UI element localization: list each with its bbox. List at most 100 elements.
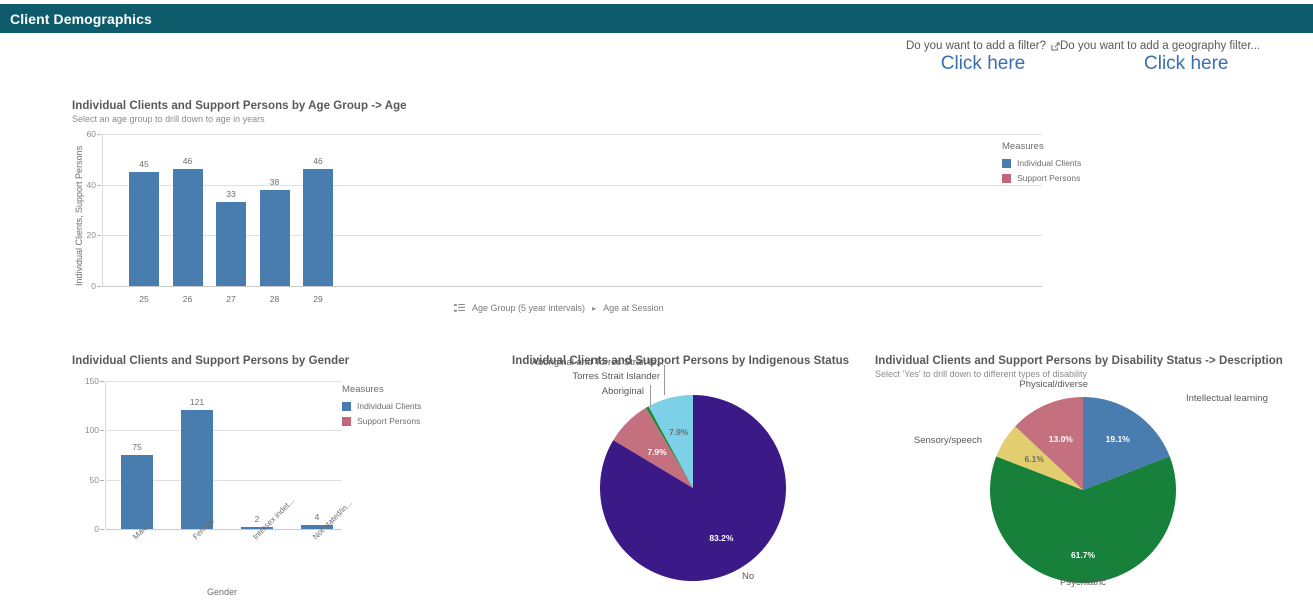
pie-slice-percent-label: 61.7% [1070, 550, 1096, 561]
x-axis-tick-label[interactable]: 27 [206, 294, 256, 304]
bar[interactable] [181, 409, 213, 529]
chart-gender[interactable]: Individual Clients and Support Persons b… [72, 355, 492, 601]
gridline [105, 430, 342, 432]
y-axis-tick-mark [97, 184, 101, 186]
chart-age-legend-label: Support Persons [1017, 173, 1081, 183]
bar[interactable] [121, 455, 153, 529]
chart-age-legend: Measures Individual Clients Support Person… [1002, 141, 1081, 188]
y-axis-tick-label: 150 [84, 376, 99, 386]
pie-slice-label: No [742, 571, 755, 582]
breadcrumb-separator-icon: ▸ [592, 303, 597, 313]
y-axis-tick-mark [97, 235, 101, 237]
breadcrumb-item-age-at-session[interactable]: Age at Session [603, 303, 664, 313]
chart-age-legend-item[interactable]: Individual Clients [1002, 158, 1081, 168]
bar[interactable] [259, 189, 290, 286]
chart-age-plot[interactable]: 0 20 40 60 45 25 46 26 33 27 38 28 46 29 [87, 129, 1042, 304]
pie-label-leader-line [664, 365, 665, 395]
y-axis-line [102, 134, 103, 286]
chart-gender-legend-label: Individual Clients [357, 401, 422, 411]
dashboard-root: Client Demographics Do you want to add a… [0, 0, 1313, 601]
pie-slice-percent-label: 7.9% [669, 427, 689, 438]
gridline [102, 184, 1042, 186]
pie-slice-label: Physical/diverse [1019, 379, 1088, 390]
y-axis-tick-mark [100, 381, 104, 382]
chart-age-drill-breadcrumb[interactable]: Age Group (5 year intervals) ▸ Age at Se… [454, 303, 664, 313]
chart-gender-x-axis-label: Gender [206, 587, 238, 597]
y-axis-tick-mark [97, 134, 101, 135]
y-axis-tick-label: 60 [86, 129, 96, 139]
y-axis-tick-label: 100 [84, 425, 99, 436]
chart-gender-legend: Measures Individual Clients Support Person… [342, 384, 421, 431]
bar-value-label: 46 [182, 156, 193, 167]
bar-value-label: 46 [313, 156, 323, 167]
chart-age-legend-item[interactable]: Support Persons [1002, 173, 1081, 183]
y-axis-tick-mark [100, 430, 104, 432]
external-link-icon [1051, 41, 1060, 51]
y-axis-tick-mark [100, 529, 104, 530]
chart-disability-pie[interactable]: 19.1% 61.7% 6.1% 13.0% Intellectual learning… [914, 379, 1268, 588]
chart-disability-status[interactable]: Individual Clients and Support Persons b… [875, 355, 1305, 601]
y-axis-tick-label: 50 [89, 474, 99, 485]
legend-swatch-icon [342, 416, 351, 426]
bar[interactable] [216, 202, 246, 286]
pie-slice-label: Aboriginal and Torres Strait Is... [531, 357, 664, 368]
chart-gender-legend-item[interactable]: Support Persons [342, 416, 421, 426]
pie-slice-label: Aboriginal [601, 386, 644, 397]
chart-disability-subtitle: Select 'Yes' to drill down to different … [875, 369, 1088, 379]
chart-age-legend-title: Measures [1002, 141, 1044, 152]
x-axis-tick-label[interactable]: 25 [119, 294, 169, 304]
legend-swatch-icon [342, 401, 351, 411]
chart-age-y-axis-label: Individual Clients, Support Persons [74, 145, 84, 286]
x-axis-tick-label[interactable]: 28 [250, 294, 300, 304]
chart-gender-legend-item[interactable]: Individual Clients [342, 401, 421, 411]
bar-value-label: 38 [269, 176, 280, 187]
legend-swatch-icon [1002, 173, 1011, 183]
pie-slice-percent-label: 19.1% [1105, 434, 1130, 445]
drill-down-icon [454, 303, 465, 313]
geography-filter-question: Do you want to add a geography filter... [1060, 40, 1313, 52]
chart-age-group[interactable]: Individual Clients and Support Persons b… [72, 100, 1192, 315]
chart-age-subtitle: Select an age group to drill down to age… [72, 114, 265, 124]
bar-value-label: 75 [132, 442, 142, 452]
bar-value-label: 33 [226, 189, 236, 200]
gridline [102, 286, 1042, 287]
chart-indigenous-pie[interactable]: 83.2% 7.9% 7.9% No Aboriginal and Torres Str… [532, 357, 786, 582]
pie-slice-percent-label: 7.9% [647, 446, 667, 457]
geography-filter-prompt-block: Do you want to add a geography filter...… [1060, 40, 1313, 75]
geography-filter-question-text: Do you want to add a geography filter... [1060, 40, 1261, 52]
gridline [102, 134, 1042, 135]
pie-slice-label: Sensory/speech [913, 435, 982, 446]
bar[interactable] [172, 169, 203, 286]
filter-question-text: Do you want to add a filter? [906, 40, 1046, 52]
chart-disability-title: Individual Clients and Support Persons b… [875, 355, 1283, 367]
add-geography-filter-link[interactable]: Click here [1060, 53, 1313, 75]
bar[interactable] [129, 172, 159, 286]
x-axis-tick-label[interactable]: 26 [163, 294, 213, 304]
pie-slice-label: Intellectual learning [1186, 393, 1268, 404]
app-header: Client Demographics [0, 4, 1313, 33]
breadcrumb-item-age-group[interactable]: Age Group (5 year intervals) [472, 303, 585, 313]
legend-swatch-icon [1002, 158, 1011, 168]
chart-indigenous-status[interactable]: Individual Clients and Support Persons b… [512, 355, 862, 601]
chart-gender-title: Individual Clients and Support Persons b… [72, 355, 350, 367]
x-axis-tick-label[interactable]: 29 [293, 294, 343, 304]
pie-slice-percent-label: 6.1% [1024, 454, 1044, 465]
pie-slice-percent-label: 13.0% [1048, 433, 1073, 444]
y-axis-tick-label: 0 [94, 524, 99, 534]
y-axis-tick-mark [97, 286, 101, 287]
chart-gender-plot[interactable]: 0 50 100 150 75 Male 121 Female 2 Intersex indet.… [85, 376, 354, 541]
pie-slice-label: Torres Strait Islander [572, 371, 660, 382]
filter-links-row: Do you want to add a filter? Click here … [0, 40, 1313, 82]
bar-value-label: 121 [189, 396, 205, 407]
bar-value-label: 45 [139, 159, 149, 169]
pie-slice-percent-label: 83.2% [709, 533, 734, 544]
chart-gender-legend-label: Support Persons [357, 416, 421, 426]
chart-age-title: Individual Clients and Support Persons b… [72, 100, 407, 112]
y-axis-line [105, 381, 106, 529]
bar[interactable] [303, 169, 333, 286]
y-axis-tick-mark [100, 479, 104, 481]
chart-age-legend-label: Individual Clients [1017, 158, 1082, 168]
pie-svg [600, 395, 786, 581]
page-title: Client Demographics [10, 10, 152, 27]
pie-label-leader-line [650, 385, 651, 407]
